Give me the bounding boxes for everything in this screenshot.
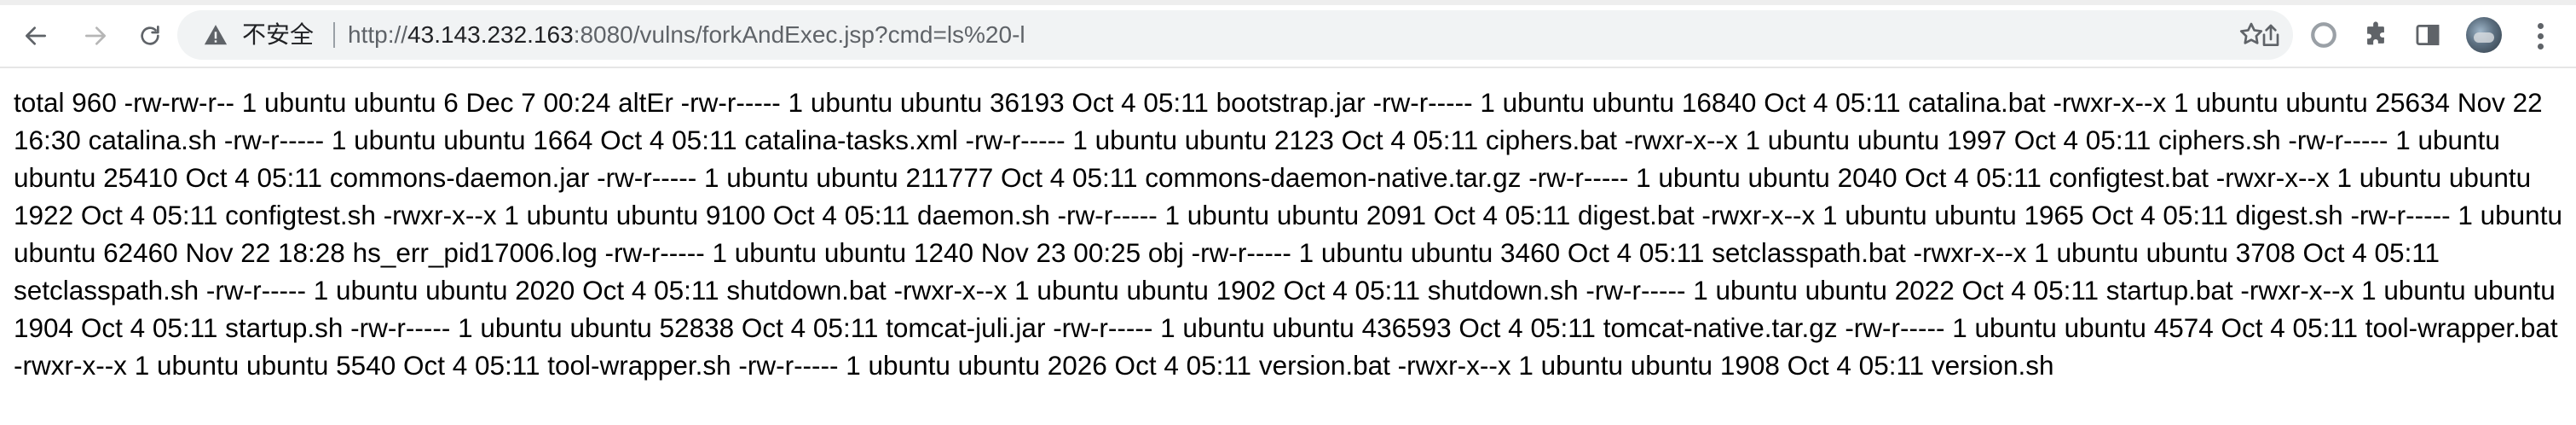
address-divider bbox=[333, 22, 335, 48]
reload-icon[interactable] bbox=[130, 15, 170, 56]
warning-icon[interactable] bbox=[203, 22, 228, 48]
avatar[interactable] bbox=[2466, 17, 2502, 53]
url-text[interactable]: http://43.143.232.163:8080/vulns/forkAnd… bbox=[348, 20, 1025, 49]
kebab-menu-icon[interactable] bbox=[2523, 19, 2557, 53]
url-host: 43.143.232.163 bbox=[407, 21, 574, 48]
command-output: total 960 -rw-rw-r-- 1 ubuntu ubuntu 6 D… bbox=[14, 87, 2562, 381]
url-path: :8080/vulns/forkAndExec.jsp?cmd=ls%20-l bbox=[573, 21, 1025, 48]
menu-dot bbox=[2537, 22, 2544, 29]
address-bar[interactable]: 不安全 http://43.143.232.163:8080/vulns/for… bbox=[177, 10, 2293, 60]
url-prefix: http:// bbox=[348, 21, 408, 48]
puzzle-icon[interactable] bbox=[2361, 20, 2390, 49]
security-status-label[interactable]: 不安全 bbox=[242, 20, 314, 49]
tab-strip-edge bbox=[0, 0, 2576, 5]
back-arrow-icon[interactable] bbox=[15, 15, 56, 56]
menu-dot bbox=[2537, 32, 2544, 39]
menu-dot bbox=[2537, 43, 2544, 49]
side-panel-icon[interactable] bbox=[2413, 20, 2442, 49]
browser-toolbar: 不安全 http://43.143.232.163:8080/vulns/for… bbox=[0, 0, 2576, 68]
circle-extension-icon[interactable] bbox=[2309, 20, 2338, 49]
forward-arrow-icon[interactable] bbox=[75, 15, 116, 56]
star-icon[interactable] bbox=[2238, 20, 2265, 48]
